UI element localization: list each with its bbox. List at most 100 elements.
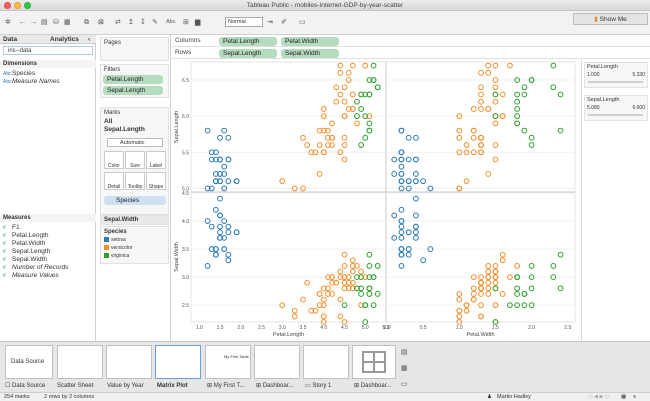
- collapse-icon[interactable]: ‹: [88, 36, 90, 43]
- x-tick-label: 2.5: [258, 325, 265, 331]
- chart-area[interactable]: 5.0 5.5 6.0 6.5 2.5 3.0 3.5 4.0 4.5 1.0 1.5 2.0 2.5 3…: [171, 59, 581, 341]
- measure-item[interactable]: # Number of Records: [3, 264, 68, 272]
- y-tick-label: 6.0: [182, 114, 189, 120]
- sheet-nav-icons[interactable]: ◁ ◀ ▶ ▷: [588, 393, 610, 401]
- range-slider[interactable]: [588, 81, 643, 83]
- legend-item[interactable]: virginica: [104, 253, 129, 259]
- new-story-tab-icon[interactable]: ▭: [401, 380, 408, 388]
- matrix-plot-thumb[interactable]: [155, 345, 201, 379]
- sheet-tab[interactable]: ⊞ Dashboar...: [352, 382, 391, 390]
- measure-icon: #: [3, 265, 6, 271]
- comment-icon[interactable]: ▭: [299, 17, 306, 28]
- legend-item[interactable]: setosa: [104, 237, 126, 243]
- measure-item[interactable]: # Sepal.Length: [3, 248, 50, 256]
- detail-button[interactable]: Detail: [104, 172, 124, 190]
- legend-item[interactable]: versicolor: [104, 245, 132, 251]
- rows-pill[interactable]: Sepal.Width: [281, 49, 339, 58]
- marks-all[interactable]: All: [104, 118, 112, 125]
- shape-button[interactable]: Shape: [146, 172, 166, 190]
- sheet-tab[interactable]: Matrix Plot: [155, 382, 188, 390]
- list-view-icon[interactable]: ≡: [633, 393, 636, 401]
- filters-card[interactable]: Filters Petal.Length Sepal.Length: [100, 64, 169, 98]
- sheet-tab[interactable]: ⊞ My First T...: [205, 382, 245, 390]
- measure-item[interactable]: # Sepal.Width: [3, 256, 47, 264]
- tab-data[interactable]: Data: [3, 36, 17, 43]
- sort-desc-icon[interactable]: ↧: [140, 17, 146, 28]
- new-worksheet-icon[interactable]: ▦: [64, 17, 71, 28]
- tableau-logo-icon[interactable]: ✲: [5, 17, 11, 28]
- color-button[interactable]: Color: [104, 151, 124, 169]
- size-button[interactable]: Size: [125, 151, 145, 169]
- fit-select[interactable]: Normal: [225, 17, 263, 27]
- presentation-icon[interactable]: ⇥: [267, 17, 273, 28]
- new-datasource-icon[interactable]: ⛁: [53, 17, 59, 28]
- marks-sepal-length[interactable]: Sepal.Length: [104, 126, 145, 133]
- pen-icon[interactable]: ✐: [281, 17, 287, 28]
- show-me-button[interactable]: ▮ Show Me: [573, 13, 648, 25]
- grid-view-icon[interactable]: ▦: [621, 393, 626, 401]
- datasource-thumb[interactable]: Data Source: [5, 345, 53, 379]
- columns-shelf[interactable]: Columns Petal.Length Petal.Width: [171, 36, 650, 47]
- story-thumb[interactable]: [303, 345, 349, 379]
- sheet-tab[interactable]: ☐ Data Source: [3, 382, 45, 390]
- legend-title-bar: Sepal.Width: [100, 215, 169, 225]
- measure-item[interactable]: # Petal.Width: [3, 240, 45, 248]
- new-worksheet-tab-icon[interactable]: ▤: [401, 348, 408, 356]
- my-first-table-thumb[interactable]: My First Table: [205, 345, 251, 379]
- user-icon: ♟: [487, 394, 492, 400]
- redo-icon[interactable]: →: [30, 17, 37, 28]
- sheet-tab[interactable]: ⊞ Dashboar...: [254, 382, 293, 390]
- label-button[interactable]: Label: [146, 151, 166, 169]
- y-tick-label: 3.0: [182, 275, 189, 281]
- legend-swatch: [104, 245, 109, 251]
- columns-pill[interactable]: Petal.Width: [281, 37, 339, 46]
- fix-axes-icon[interactable]: ⊞: [183, 17, 189, 28]
- swap-icon[interactable]: ⇄: [115, 17, 121, 28]
- y-tick-label: 4.0: [182, 219, 189, 225]
- sheet-tab[interactable]: Value by Year: [105, 382, 144, 390]
- color-species-pill[interactable]: Species: [104, 196, 166, 205]
- tab-analytics[interactable]: Analytics: [50, 36, 79, 43]
- mark-type-select[interactable]: Automatic: [107, 138, 163, 147]
- highlight-icon[interactable]: ✎: [152, 17, 158, 28]
- filter-pill[interactable]: Sepal.Length: [103, 86, 163, 95]
- show-labels-button[interactable]: Abc: [166, 17, 175, 28]
- sort-asc-icon[interactable]: ↥: [128, 17, 134, 28]
- petal-length-filter[interactable]: Petal.Length 1.000 5.330: [584, 62, 648, 88]
- tooltip-button[interactable]: Tooltip: [125, 172, 145, 190]
- save-icon[interactable]: ▤: [41, 17, 48, 28]
- user-name[interactable]: Martin Hadley: [497, 393, 531, 401]
- measure-item[interactable]: # Measure Values: [3, 272, 59, 280]
- dimension-species[interactable]: AbcSpecies: [3, 70, 35, 78]
- datasource-select[interactable]: iris--data: [3, 46, 93, 55]
- sheet-tab[interactable]: Scatter Sheet: [55, 382, 93, 390]
- value-by-year-thumb[interactable]: [106, 345, 152, 379]
- chart-type-icon[interactable]: ▆: [195, 17, 200, 28]
- measure-item[interactable]: # Petal.Length: [3, 232, 49, 240]
- dashboard2-thumb[interactable]: [352, 345, 396, 379]
- sheet-tab[interactable]: ▭ Story 1: [303, 382, 331, 390]
- sepal-length-filter[interactable]: Sepal.Length 5.080 6.600: [584, 95, 648, 121]
- measures-header: Measures: [0, 214, 96, 222]
- y-tick-label: 5.5: [182, 150, 189, 156]
- undo-icon[interactable]: ←: [19, 17, 26, 28]
- dimension-measure-names[interactable]: AbcMeasure Names: [3, 78, 60, 86]
- legend-header: Species: [104, 229, 127, 235]
- duplicate-sheet-icon[interactable]: ⧉: [84, 17, 89, 28]
- data-pane: Data Analytics ‹ iris--data Dimensions A…: [0, 35, 96, 341]
- color-label: Color: [108, 163, 120, 169]
- columns-pill[interactable]: Petal.Length: [219, 37, 277, 46]
- dashboard-thumb[interactable]: [254, 345, 300, 379]
- rows-shelf[interactable]: Rows Sepal.Length Sepal.Width: [171, 48, 650, 59]
- new-dashboard-tab-icon[interactable]: ▦: [401, 364, 408, 372]
- pages-card[interactable]: Pages: [100, 37, 169, 61]
- clear-sheet-icon[interactable]: ⊠: [98, 17, 104, 28]
- filter-pill[interactable]: Petal.Length: [103, 75, 163, 84]
- rows-pill[interactable]: Sepal.Length: [219, 49, 277, 58]
- y-tick-label: 6.5: [182, 78, 189, 84]
- scatter-sheet-thumb[interactable]: [57, 345, 103, 379]
- scatter-matrix[interactable]: 5.0 5.5 6.0 6.5 2.5 3.0 3.5 4.0 4.5 1.0 1.5 2.0 2.5 3…: [171, 59, 581, 341]
- range-slider[interactable]: [588, 114, 643, 116]
- measure-label: Petal.Width: [12, 240, 46, 247]
- measure-item[interactable]: # F1: [3, 224, 20, 232]
